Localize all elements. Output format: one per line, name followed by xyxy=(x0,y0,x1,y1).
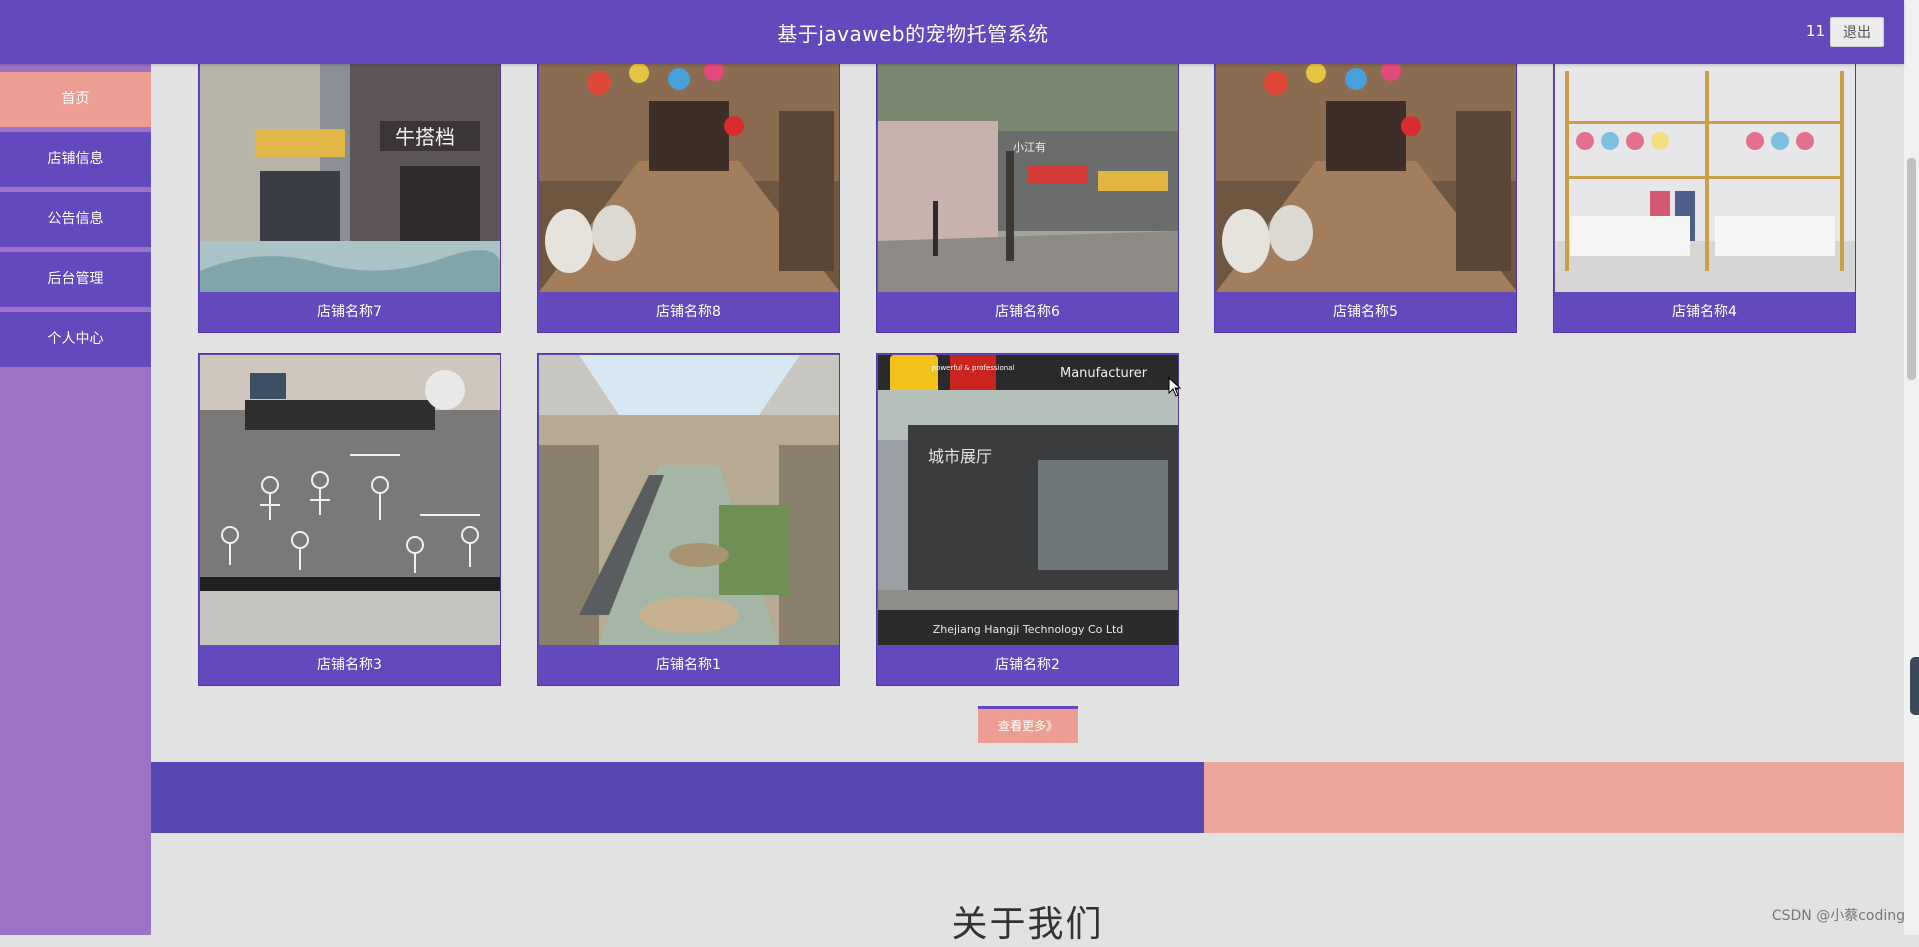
side-float-tab[interactable] xyxy=(1910,657,1919,715)
decorative-band-left xyxy=(151,762,1204,833)
shop-name: 店铺名称4 xyxy=(1672,304,1737,320)
site-title: 基于javaweb的宠物托管系统 xyxy=(777,22,1049,46)
view-more-button[interactable]: 查看更多》 xyxy=(978,706,1078,743)
watermark: CSDN @小蔡coding xyxy=(1771,908,1905,924)
shop-name: 店铺名称5 xyxy=(1333,304,1398,320)
hall-sign-text: 城市展厅 xyxy=(928,447,992,466)
shop-sign-text: 牛搭档 xyxy=(395,125,455,149)
sidebar-item-home[interactable]: 首页 xyxy=(0,72,151,127)
shop-name: 店铺名称8 xyxy=(656,304,721,320)
manufacturer-text: Manufacturer xyxy=(1060,366,1148,381)
mouse-cursor-icon xyxy=(1168,377,1182,397)
shop-name: 店铺名称7 xyxy=(317,304,382,320)
sidebar-item-shop-info[interactable]: 店铺信息 xyxy=(0,132,151,187)
top-header: 基于javaweb的宠物托管系统 11 退出 xyxy=(0,0,1904,64)
current-user-name[interactable]: 11 xyxy=(1806,22,1825,40)
shop-image xyxy=(200,355,500,645)
sidebar-item-admin[interactable]: 后台管理 xyxy=(0,252,151,307)
sidebar-item-label: 首页 xyxy=(61,91,90,107)
shop-card[interactable]: Manufacturer powerful & professional 城市展… xyxy=(876,353,1179,686)
shop-card[interactable]: 店铺名称1 xyxy=(537,353,840,686)
sidebar-item-label: 公告信息 xyxy=(47,211,104,227)
logout-button[interactable]: 退出 xyxy=(1830,17,1884,47)
vertical-scrollbar[interactable] xyxy=(1904,0,1919,935)
shop-image xyxy=(539,355,839,645)
sidebar-item-label: 后台管理 xyxy=(47,271,104,287)
company-footer-text: Zhejiang Hangji Technology Co Ltd xyxy=(933,623,1124,636)
shop-name: 店铺名称2 xyxy=(995,657,1060,673)
sidebar-item-label: 个人中心 xyxy=(47,331,104,347)
shop-image: Manufacturer powerful & professional 城市展… xyxy=(878,355,1178,645)
shop-name: 店铺名称1 xyxy=(656,657,721,673)
sidebar: 首页 店铺信息 公告信息 后台管理 个人中心 xyxy=(0,64,151,935)
sidebar-item-label: 店铺信息 xyxy=(47,151,104,167)
shop-sign-text: 小江有 xyxy=(1013,140,1046,154)
badge-text: powerful & professional xyxy=(932,364,1015,372)
scrollbar-thumb[interactable] xyxy=(1907,158,1916,380)
about-us-title: 关于我们 xyxy=(951,904,1104,945)
decorative-band-right xyxy=(1204,762,1904,833)
shop-name: 店铺名称3 xyxy=(317,657,382,673)
shop-name: 店铺名称6 xyxy=(995,304,1060,320)
sidebar-item-personal-center[interactable]: 个人中心 xyxy=(0,312,151,367)
shop-card[interactable]: 店铺名称3 xyxy=(198,353,501,686)
sidebar-item-announcements[interactable]: 公告信息 xyxy=(0,192,151,247)
